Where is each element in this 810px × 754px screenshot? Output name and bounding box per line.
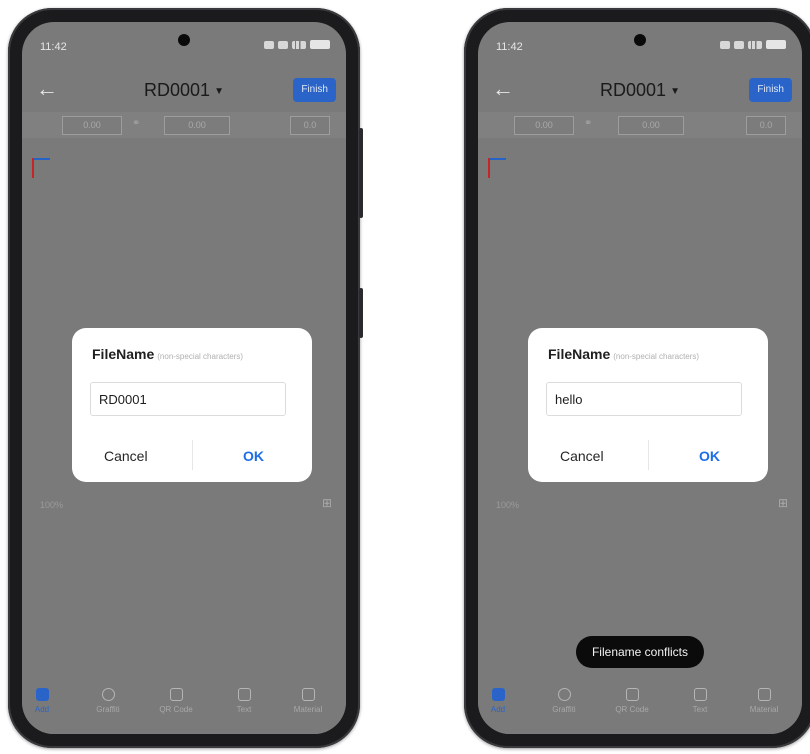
y-field[interactable]: 0.00 <box>618 116 684 135</box>
nav-qr-label: QR Code <box>159 705 193 714</box>
nav-graffiti[interactable]: Graffiti <box>78 688 138 714</box>
coordinate-bar: 0.00 ⚭ 0.00 0.0 <box>22 112 346 138</box>
file-title[interactable]: RD0001 ▼ <box>600 80 680 101</box>
toast-message: Filename conflicts <box>575 636 705 668</box>
cancel-button[interactable]: Cancel <box>104 448 148 464</box>
ok-button[interactable]: OK <box>243 448 264 464</box>
front-camera <box>634 34 646 46</box>
coordinate-bar: 0.00 ⚭ 0.00 0.0 <box>478 112 802 138</box>
status-time: 11:42 <box>496 41 523 53</box>
app-bar: ← RD0001 ▼ Finish <box>478 72 802 108</box>
nav-text[interactable]: Text <box>670 688 730 714</box>
power-button <box>359 288 363 338</box>
z-field[interactable]: 0.0 <box>290 116 330 135</box>
battery-icon <box>310 40 330 49</box>
ok-button[interactable]: OK <box>699 448 720 464</box>
nav-text[interactable]: Text <box>214 688 274 714</box>
nav-material-label: Material <box>293 705 323 714</box>
dialog-divider <box>192 440 193 470</box>
text-icon <box>237 688 251 701</box>
dialog-hint: (non-special characters) <box>157 352 244 361</box>
nav-add-label: Add <box>490 705 506 714</box>
nav-graffiti[interactable]: Graffiti <box>534 688 594 714</box>
nav-text-label: Text <box>692 705 708 714</box>
nav-qr[interactable]: QR Code <box>146 688 206 714</box>
bottom-nav: Add Graffiti QR Code Text Material <box>478 682 802 734</box>
notification-icon <box>264 40 274 49</box>
status-icons <box>720 40 786 49</box>
nav-material-label: Material <box>749 705 779 714</box>
qr-code-icon <box>625 688 639 701</box>
bottom-nav: Add Graffiti QR Code Text Material <box>22 682 346 734</box>
finish-button[interactable]: Finish <box>749 78 792 102</box>
status-icons <box>264 40 330 49</box>
link-icon[interactable]: ⚭ <box>584 118 592 129</box>
phone-screen: 11:42 ← RD0001 ▼ Finish 0.00 ⚭ 0.00 0.0 1… <box>22 22 346 734</box>
phone-screen: 11:42 ← RD0001 ▼ Finish 0.00 ⚭ 0.00 0.0 1… <box>478 22 802 734</box>
status-bar: 11:42 <box>22 22 346 62</box>
layers-icon[interactable]: ⊞ <box>778 496 792 510</box>
phone-right: 11:42 ← RD0001 ▼ Finish 0.00 ⚭ 0.00 0.0 1… <box>464 8 810 748</box>
origin-axis-icon <box>32 158 54 184</box>
file-title[interactable]: RD0001 ▼ <box>144 80 224 101</box>
status-bar: 11:42 <box>478 22 802 62</box>
filename-dialog: FileName (non-special characters) RD0001 … <box>72 328 312 482</box>
zoom-label: 100% <box>40 500 64 510</box>
layers-icon[interactable]: ⊞ <box>322 496 336 510</box>
zoom-label: 100% <box>496 500 520 510</box>
nav-qr-label: QR Code <box>615 705 649 714</box>
palette-icon <box>557 688 571 701</box>
app-bar: ← RD0001 ▼ Finish <box>22 72 346 108</box>
z-field[interactable]: 0.0 <box>746 116 786 135</box>
dialog-title: FileName (non-special characters) <box>548 346 700 362</box>
back-arrow-icon[interactable]: ← <box>492 76 518 102</box>
nav-add-label: Add <box>34 705 50 714</box>
front-camera <box>178 34 190 46</box>
add-icon <box>491 688 505 701</box>
nav-text-label: Text <box>236 705 252 714</box>
nav-graffiti-label: Graffiti <box>96 705 120 714</box>
palette-icon <box>101 688 115 701</box>
origin-axis-icon <box>488 158 510 184</box>
dropdown-caret-icon: ▼ <box>670 85 680 97</box>
phone-left: 11:42 ← RD0001 ▼ Finish 0.00 ⚭ 0.00 0.0 1… <box>8 8 363 748</box>
wifi-icon <box>734 40 744 49</box>
nav-add[interactable]: Add <box>478 688 528 714</box>
dialog-title: FileName (non-special characters) <box>92 346 244 362</box>
status-time: 11:42 <box>40 41 67 53</box>
nav-qr[interactable]: QR Code <box>602 688 662 714</box>
x-field[interactable]: 0.00 <box>62 116 122 135</box>
cancel-button[interactable]: Cancel <box>560 448 604 464</box>
x-field[interactable]: 0.00 <box>514 116 574 135</box>
text-icon <box>693 688 707 701</box>
dialog-hint: (non-special characters) <box>613 352 700 361</box>
nav-add[interactable]: Add <box>22 688 72 714</box>
nav-graffiti-label: Graffiti <box>552 705 576 714</box>
battery-icon <box>766 40 786 49</box>
notification-icon <box>720 40 730 49</box>
signal-icon <box>748 40 762 49</box>
link-icon[interactable]: ⚭ <box>132 118 140 129</box>
nav-material[interactable]: Material <box>278 688 338 714</box>
nav-material[interactable]: Material <box>734 688 794 714</box>
filename-input[interactable]: hello <box>546 382 742 416</box>
finish-button[interactable]: Finish <box>293 78 336 102</box>
back-arrow-icon[interactable]: ← <box>36 76 62 102</box>
image-icon <box>757 688 771 701</box>
dialog-divider <box>648 440 649 470</box>
add-icon <box>35 688 49 701</box>
dropdown-caret-icon: ▼ <box>214 85 224 97</box>
filename-input[interactable]: RD0001 <box>90 382 286 416</box>
wifi-icon <box>278 40 288 49</box>
filename-dialog: FileName (non-special characters) hello C… <box>528 328 768 482</box>
y-field[interactable]: 0.00 <box>164 116 230 135</box>
signal-icon <box>292 40 306 49</box>
qr-code-icon <box>169 688 183 701</box>
image-icon <box>301 688 315 701</box>
volume-button <box>359 128 363 218</box>
